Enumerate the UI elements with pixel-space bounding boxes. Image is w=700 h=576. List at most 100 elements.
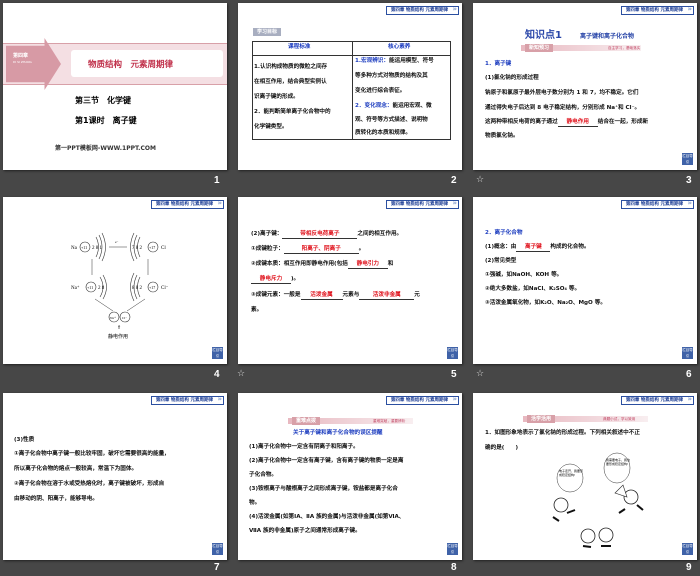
chapter-header-badge: 第四章 物质结构 元素周期律 [385, 396, 459, 405]
answer-blank: 静电作用 [557, 118, 598, 127]
svg-text:+11: +11 [87, 285, 93, 290]
slide-thumbnail-8[interactable]: 第四章 物质结构 元素周期律 重难点拨 重难突破，重要辨析 关于离子键和离子化合… [238, 393, 462, 560]
chapter-header-badge: 第四章 物质结构 元素周期律 [620, 6, 694, 15]
text-line: (2)离子键： 带相反电荷离子 之间的相互作用。 [251, 231, 403, 239]
heading: 2．离子化合物 [485, 230, 523, 236]
text-line: ①强碱，如NaOH、KOH 等。 [485, 272, 563, 278]
star-icon[interactable]: ☆ [237, 369, 245, 379]
svg-text:Cl⁻: Cl⁻ [161, 286, 169, 291]
literacy-line: 等多种方式对物质的结构及其 [355, 73, 428, 79]
svg-text:2 8: 2 8 [98, 286, 105, 291]
svg-text:2 8 1: 2 8 1 [92, 246, 103, 251]
nacl-formation-diagram: Na +11 2 8 1 e⁻ 7 8 2 +17 Cl Na⁺ +11 2 8… [71, 232, 169, 340]
preview-note: 自主学习，基础落实 [608, 46, 641, 50]
column-header-standard: 课程标准 [288, 44, 311, 50]
cl-atom: 7 8 2 +17 Cl [130, 232, 166, 262]
nav-guide-button[interactable]: 栏目导引 [682, 153, 693, 165]
star-icon[interactable]: ☆ [476, 369, 484, 379]
text-line: (1)概念：由 离子键 构成的化合物。 [485, 244, 590, 252]
text-line: ⅦA 族的非金属)原子之间通常形成离子键。 [249, 528, 361, 534]
text-line: 物质氯化钠。 [485, 133, 519, 139]
literacy-line: 1.宏观辨识：能运用模型、符号 [355, 58, 434, 64]
svg-text:Cl: Cl [161, 246, 166, 251]
slide-number: 8 [451, 562, 457, 573]
svg-text:Cl⁻: Cl⁻ [122, 316, 127, 320]
heading: 1．离子键 [485, 61, 512, 67]
svg-text:⇑: ⇑ [117, 325, 121, 331]
text-line: ③活泼金属氧化物，如K₂O、Na₂O、MgO 等。 [485, 300, 606, 306]
cl-ion: 8 8 2 +17 Cl⁻ [130, 272, 169, 302]
slide-thumbnail-1[interactable]: 第四章 DI SI ZHANG 物质结构 元素周期律 第三节 化学键 第1课时 … [3, 3, 227, 170]
slide-number: 6 [686, 369, 692, 380]
text-line: 素。 [251, 307, 263, 313]
svg-text:+11: +11 [81, 245, 87, 250]
heading: (3)性质 [14, 437, 35, 443]
text-line: ③成键元素：一般是 活泼金属 元素与 活泼非金属元 [251, 292, 420, 300]
section-tag: 学习目标 [253, 28, 282, 36]
chapter-header-badge: 第四章 物质结构 元素周期律 [620, 200, 694, 209]
nav-guide-button[interactable]: 栏目导引 [212, 543, 223, 555]
standard-line: 识离子键的形成。 [254, 94, 299, 100]
text-line: (4)活泼金属(如第ⅠA、ⅡA 族的金属)与活泼非金属(如第ⅥA、 [249, 514, 405, 520]
text-line: ②绝大多数盐，如NaCl、K₂SO₄ 等。 [485, 286, 581, 292]
section-title: 关于离子键和离子化合物的误区提醒 [293, 430, 383, 436]
slide-number: 3 [686, 175, 692, 186]
key-point-note: 重难突破，重要辨析 [373, 419, 406, 423]
literacy-line: 2．变化观念：能运用宏观、微 [355, 103, 432, 109]
slide-thumbnail-3[interactable]: 第四章 物质结构 元素周期律 知识点1 离子键和离子化合物 新知预习 自主学习，… [473, 3, 697, 170]
svg-text:Na⁺: Na⁺ [71, 285, 80, 291]
svg-text:+17: +17 [149, 285, 155, 290]
text-line: 钠原子和氯原子最外层电子数分别为 1 和 7，均不稳定。它们 [485, 90, 639, 96]
slide-thumbnail-9[interactable]: 第四章 物质结构 元素周期律 活学活用 典题小试，学以致用 1．如图形象地表示了… [473, 393, 697, 560]
text-line: 所以离子化合物的熔点一般较高，常温下为固体。 [14, 466, 138, 472]
star-icon[interactable]: ☆ [476, 175, 484, 185]
text-line: 物。 [249, 500, 261, 506]
nav-guide-button[interactable]: 栏目导引 [212, 347, 223, 359]
nav-guide-button[interactable]: 栏目导引 [447, 347, 458, 359]
electrostatic-label: 静电作用 [108, 333, 128, 340]
standard-line: 1.认识构成物质的微粒之间存 [254, 64, 328, 70]
slide-thumbnail-5[interactable]: 第四章 物质结构 元素周期律 (2)离子键：带相反电荷离子之间的相互作用。 ①成… [238, 197, 462, 364]
subheading: (1)氯化钠的形成过程 [485, 75, 539, 81]
text-line: 由移动的阴、阳离子，能够导电。 [14, 496, 98, 502]
text-line: ②成键本质：相互作用即静电作用(包括 静电引力和 [251, 261, 394, 269]
knowledge-point-title: 知识点1 [525, 30, 562, 41]
text-line: 通过得失电子后达到 8 电子稳定结构，分别形成 Na⁺和 Cl⁻。 [485, 105, 641, 111]
text-line: 子化合物。 [249, 472, 277, 478]
slide-thumbnail-6[interactable]: 第四章 物质结构 元素周期律 2．离子化合物 (1)概念：由离子键构成的化合物。… [473, 197, 697, 364]
slide-thumbnail-2[interactable]: 第四章 物质结构 元素周期律 学习目标 课程标准 核心素养 1.认识构成物质的微… [238, 3, 462, 170]
objectives-table: 课程标准 核心素养 1.认识构成物质的微粒之间存 在相互作用，结合典型实例认 识… [252, 41, 451, 140]
svg-text:+17: +17 [149, 245, 155, 250]
chapter-pinyin: DI SI ZHANG [13, 60, 32, 64]
nav-guide-button[interactable]: 栏目导引 [447, 543, 458, 555]
text-line: (2)常见类型 [485, 258, 517, 264]
svg-text:e⁻: e⁻ [115, 240, 119, 244]
slide-thumbnail-4[interactable]: 第四章 物质结构 元素周期律 Na +11 2 8 1 e⁻ 7 8 2 +17… [3, 197, 227, 364]
slide-thumbnail-7[interactable]: 第四章 物质结构 元素周期律 (3)性质 ①离子化合物中离子键一般比较牢固，破坏… [3, 393, 227, 560]
slide-number: 1 [214, 175, 220, 186]
cartoon-illustration: 电子走开，我要形成稳定结构! 我需要电子，我也要形成稳定结构! [552, 452, 644, 548]
nav-guide-button[interactable]: 栏目导引 [682, 543, 693, 555]
literacy-line: 质转化的本质和规律。 [355, 130, 411, 136]
text-line: 这两种带相反电荷的离子通过 静电作用 结合在一起，形成新 [485, 118, 649, 127]
nav-guide-button[interactable]: 栏目导引 [682, 347, 693, 359]
standard-line: 在相互作用，结合典型实例认 [254, 79, 327, 85]
standard-line: 2．能判断简单离子化合物中的 [254, 109, 331, 115]
text-line: (3)铵根离子与酸根离子之间形成离子键，铵盐都是离子化合 [249, 486, 398, 492]
slide-number: 5 [451, 369, 457, 380]
footer-text: 第一PPT模板网-WWW.1PPT.COM [55, 145, 156, 152]
chapter-label: 第四章 [13, 53, 29, 59]
na-ion: Na⁺ +11 2 8 [71, 274, 107, 300]
chapter-header-badge: 第四章 物质结构 元素周期律 [385, 200, 459, 209]
column-header-literacy: 核心素养 [388, 44, 411, 50]
preview-tag: 新知预习 [525, 44, 554, 52]
section-title: 第三节 化学键 [75, 96, 131, 105]
literacy-line: 观、符号等方式描述、说明物 [355, 117, 428, 123]
key-point-tag: 重难点拨 [292, 417, 321, 425]
standard-line: 化学键类型。 [254, 124, 288, 130]
slide-title: 物质结构 元素周期律 [88, 60, 174, 70]
literacy-line: 变化进行综合表征。 [355, 88, 406, 94]
lesson-title: 第1课时 离子键 [75, 116, 137, 125]
slide-number: 9 [686, 562, 692, 573]
text-line: ②离子化合物在溶于水或受热熔化时，离子键被破坏，形成自 [14, 481, 165, 487]
